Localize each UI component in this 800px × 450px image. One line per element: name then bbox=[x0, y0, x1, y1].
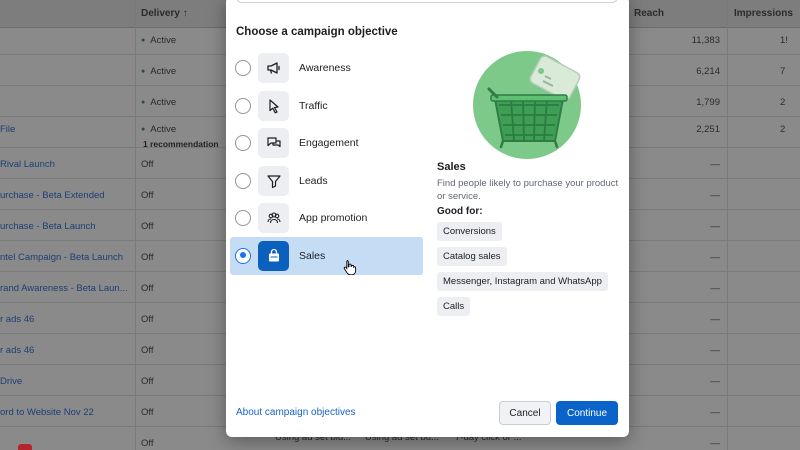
objective-option-app-promotion[interactable]: App promotion bbox=[230, 199, 423, 237]
delivery-status: Off bbox=[141, 345, 154, 356]
reach-value: — bbox=[710, 190, 721, 201]
objective-option-awareness[interactable]: Awareness bbox=[230, 49, 423, 87]
campaign-name-link[interactable]: File bbox=[0, 124, 15, 135]
delivery-status: Active bbox=[141, 97, 176, 108]
campaign-name-link[interactable]: rand Awareness - Beta Laun... bbox=[0, 283, 128, 294]
objective-label: Awareness bbox=[299, 62, 351, 74]
reach-value: — bbox=[710, 283, 721, 294]
campaign-name-link[interactable]: ord to Website Nov 22 bbox=[0, 407, 94, 418]
cancel-button[interactable]: Cancel bbox=[499, 401, 551, 425]
delivery-status: Off bbox=[141, 190, 154, 201]
dialog-title: Choose a campaign objective bbox=[236, 26, 398, 38]
objective-label: Traffic bbox=[299, 99, 328, 112]
dialog-top-field bbox=[236, 0, 618, 3]
impressions-value: 1! bbox=[780, 35, 788, 46]
delivery-status: Off bbox=[141, 283, 154, 294]
objective-option-leads[interactable]: Leads bbox=[230, 162, 423, 200]
detail-description: Find people likely to purchase your prod… bbox=[437, 178, 619, 202]
reach-value: — bbox=[710, 407, 721, 418]
campaign-name-link[interactable]: ntel Campaign - Beta Launch bbox=[0, 252, 123, 263]
objective-label: App promotion bbox=[299, 212, 368, 225]
good-for-label: Good for: bbox=[437, 206, 483, 217]
delivery-status: Off bbox=[141, 252, 154, 263]
reach-value: — bbox=[710, 314, 721, 325]
hand-cursor-icon bbox=[343, 260, 357, 275]
campaign-name-link[interactable]: r ads 46 bbox=[0, 345, 34, 356]
reach-value: 11,383 bbox=[691, 35, 720, 46]
delivery-status: Off bbox=[141, 221, 154, 232]
detail-title: Sales bbox=[437, 161, 466, 173]
objective-option-sales[interactable]: Sales bbox=[230, 236, 423, 275]
column-header-reach[interactable]: Reach bbox=[634, 8, 664, 19]
radio-button[interactable] bbox=[235, 97, 251, 114]
impressions-value: 2 bbox=[780, 124, 786, 135]
about-campaign-objectives-link[interactable]: About campaign objectives bbox=[236, 407, 356, 418]
objective-label: Engagement bbox=[299, 137, 359, 150]
reach-value: — bbox=[710, 221, 721, 232]
chip-catalog-sales: Catalog sales bbox=[437, 247, 507, 266]
radio-button[interactable] bbox=[235, 247, 251, 264]
delivery-status: Off bbox=[141, 376, 154, 387]
delivery-status: Off bbox=[141, 159, 154, 170]
good-for-chips: Conversions Catalog sales Messenger, Ins… bbox=[437, 222, 622, 316]
reach-value: — bbox=[710, 345, 721, 356]
delivery-status: Active bbox=[141, 35, 176, 46]
reach-value: 1,799 bbox=[696, 97, 720, 108]
objective-list: Awareness Traffic Engagement Leads App p… bbox=[230, 49, 423, 275]
notification-mark bbox=[18, 444, 32, 450]
objective-option-engagement[interactable]: Engagement bbox=[230, 124, 423, 162]
reach-value: — bbox=[710, 376, 721, 387]
reach-value: — bbox=[710, 438, 721, 449]
campaign-name-link[interactable]: urchase - Beta Launch bbox=[0, 221, 96, 232]
funnel-icon bbox=[258, 165, 289, 196]
campaign-name-link[interactable]: Rival Launch bbox=[0, 159, 55, 170]
radio-button[interactable] bbox=[235, 172, 251, 189]
shopping-bag-icon bbox=[258, 240, 289, 271]
megaphone-icon bbox=[258, 53, 289, 83]
campaign-name-link[interactable]: urchase - Beta Extended bbox=[0, 190, 105, 201]
delivery-status: Off bbox=[141, 407, 154, 418]
chip-messaging-apps: Messenger, Instagram and WhatsApp bbox=[437, 272, 608, 291]
chat-bubbles-icon bbox=[258, 128, 289, 159]
chip-conversions: Conversions bbox=[437, 222, 502, 241]
radio-button[interactable] bbox=[235, 135, 251, 152]
campaign-name-link[interactable]: Drive bbox=[0, 376, 22, 387]
delivery-status: Active bbox=[141, 124, 176, 135]
impressions-value: 7 bbox=[780, 66, 786, 77]
objective-detail-panel: Sales Find people likely to purchase you… bbox=[437, 161, 622, 322]
column-header-delivery[interactable]: Delivery ↑ bbox=[141, 8, 188, 19]
shopping-cart-illustration bbox=[473, 51, 581, 159]
radio-button[interactable] bbox=[235, 210, 251, 227]
objective-option-traffic[interactable]: Traffic bbox=[230, 87, 423, 125]
cursor-icon bbox=[258, 90, 289, 121]
campaign-name-link[interactable]: r ads 46 bbox=[0, 314, 34, 325]
objective-label: Leads bbox=[299, 174, 328, 187]
delivery-status: Off bbox=[141, 314, 154, 325]
column-header-impressions[interactable]: Impressions bbox=[734, 8, 793, 19]
delivery-status: Active bbox=[141, 66, 176, 77]
chip-calls: Calls bbox=[437, 297, 471, 316]
reach-value: 2,251 bbox=[696, 124, 720, 135]
reach-value: — bbox=[710, 159, 721, 170]
continue-button[interactable]: Continue bbox=[556, 401, 618, 425]
delivery-status: Off bbox=[141, 438, 154, 449]
reach-value: — bbox=[710, 252, 721, 263]
reach-value: 6,214 bbox=[696, 66, 720, 77]
radio-button[interactable] bbox=[235, 60, 251, 76]
objective-label: Sales bbox=[299, 249, 326, 262]
people-icon bbox=[258, 203, 289, 234]
campaign-objective-dialog: Choose a campaign objective Awareness Tr… bbox=[226, 0, 629, 437]
impressions-value: 2 bbox=[780, 97, 786, 108]
